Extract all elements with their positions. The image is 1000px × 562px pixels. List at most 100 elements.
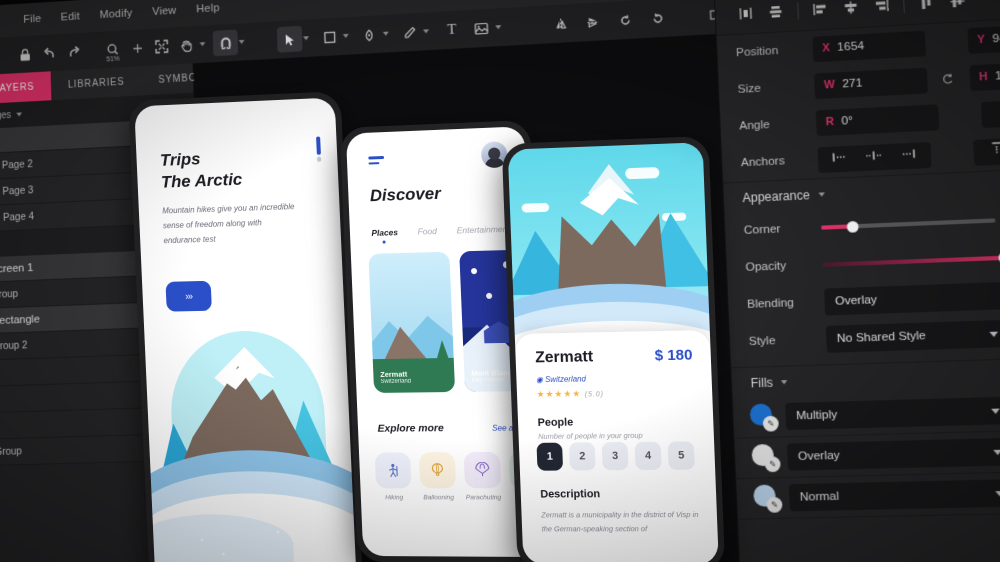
edit-fill-icon-0[interactable]: ✎	[762, 415, 779, 432]
position-x-field[interactable]: X 1654	[812, 30, 926, 62]
angle-key: R	[825, 115, 835, 129]
align-center-icon[interactable]	[837, 0, 866, 22]
fill-row-2[interactable]: ✎ Normal 45%	[736, 470, 1000, 520]
menu-item-edit[interactable]: Edit	[61, 11, 81, 24]
fill-mode-select-1[interactable]: Overlay	[786, 437, 1000, 471]
magnet-icon[interactable]	[212, 29, 239, 57]
phone-mockup-zermatt-detail[interactable]: Zermatt $ 180 ◉ Switzerland ★★★★★ (5.0) …	[501, 135, 726, 562]
place-card-zermatt[interactable]: Zermatt Switzerland	[368, 251, 456, 393]
lock-icon[interactable]	[13, 41, 38, 67]
bookmark-icon[interactable]	[316, 136, 321, 155]
people-option-4[interactable]: 4	[634, 441, 662, 471]
rotate-cw-icon[interactable]	[644, 4, 672, 32]
chevron-down-icon-appearance[interactable]	[818, 191, 825, 197]
fill-swatch-1[interactable]: ✎	[751, 443, 781, 473]
tab-entertainment[interactable]: Entertainment	[456, 224, 509, 236]
distribute-horizontal-icon[interactable]	[732, 0, 760, 27]
menu-item-file[interactable]: File	[23, 13, 41, 26]
image-icon[interactable]	[468, 15, 495, 42]
position-y-value: 943	[992, 31, 1000, 46]
position-y-field[interactable]: Y 943	[966, 21, 1000, 54]
flip-horizontal-icon[interactable]	[547, 10, 574, 38]
place-card-caption-montblanc: Mont Blanc Italy·France	[471, 368, 512, 384]
people-option-1[interactable]: 1	[536, 442, 564, 471]
place-name: Zermatt	[534, 348, 594, 367]
chevron-down-icon-4[interactable]	[342, 33, 349, 39]
anchor-center-icon[interactable]	[864, 147, 884, 166]
fit-icon[interactable]	[149, 33, 174, 60]
undo-icon[interactable]	[37, 40, 62, 66]
opacity-slider[interactable]	[822, 251, 1000, 267]
activity-parachuting[interactable]: Parachuting	[463, 451, 502, 501]
align-middle-icon[interactable]	[943, 0, 972, 16]
activity-ballooning[interactable]: Ballooning	[418, 452, 457, 501]
chevron-down-icon-fills[interactable]	[781, 379, 788, 384]
align-top-icon[interactable]	[912, 0, 941, 17]
edit-fill-icon-1[interactable]: ✎	[764, 456, 781, 473]
balloon-icon	[418, 452, 457, 489]
people-option-2[interactable]: 2	[568, 442, 596, 471]
flip-vertical-icon[interactable]	[579, 8, 606, 36]
text-icon[interactable]: T	[438, 16, 465, 43]
chevron-down-icon[interactable]	[199, 42, 206, 47]
distribute-vertical-icon[interactable]	[762, 0, 790, 26]
fill-mode-select-2[interactable]: Normal	[788, 479, 1000, 512]
phone1-title-line1: Trips	[159, 149, 201, 170]
phone1-title-line2: The Arctic	[160, 169, 243, 192]
anchors-label: Anchors	[740, 155, 786, 170]
size-h-field[interactable]: H 183	[968, 58, 1000, 91]
size-h-value: 183	[994, 69, 1000, 83]
hand-icon[interactable]	[174, 32, 199, 59]
pointer-icon[interactable]	[276, 25, 303, 53]
tab-libraries[interactable]: LIBRARIES	[51, 66, 142, 100]
rotate-ccw-icon[interactable]	[611, 6, 638, 34]
chevron-down-icon-3[interactable]	[303, 36, 310, 41]
bookmark-icon-secondary	[316, 156, 322, 162]
anchor-top-icon[interactable]	[990, 140, 1000, 162]
phone1-screen: Trips The Arctic Mountain hikes give you…	[134, 97, 358, 562]
size-w-field[interactable]: W 271	[813, 67, 928, 99]
redo-icon[interactable]	[61, 38, 86, 64]
zoom-icon[interactable]: 51%	[100, 36, 125, 63]
edit-fill-icon-2[interactable]: ✎	[766, 496, 783, 513]
phone-mockup-trips[interactable]: Trips The Arctic Mountain hikes give you…	[128, 91, 364, 562]
pen-icon[interactable]	[356, 21, 382, 48]
size-h-key: H	[978, 70, 988, 84]
anchor-right-icon[interactable]	[899, 146, 917, 165]
blending-label: Blending	[746, 296, 795, 312]
tab-layers[interactable]: LAYERS	[0, 71, 52, 105]
chevron-down-icon-6[interactable]	[423, 29, 430, 34]
fill-swatch-2[interactable]: ✎	[753, 484, 783, 513]
fill-swatch-0[interactable]: ✎	[749, 403, 779, 432]
add-icon[interactable]	[125, 35, 150, 62]
transform-button[interactable]: Transform	[980, 96, 1000, 128]
people-option-5[interactable]: 5	[667, 441, 695, 470]
layer-label-7: Group	[0, 445, 22, 458]
chevron-down-icon-2[interactable]	[238, 39, 245, 45]
chevron-down-icon-pages[interactable]	[16, 112, 23, 117]
fill-mode-select-0[interactable]: Multiply	[785, 396, 1000, 431]
lock-aspect-ratio-icon[interactable]	[935, 71, 961, 88]
anchor-left-icon[interactable]	[832, 149, 850, 168]
align-left-icon[interactable]	[806, 0, 834, 23]
people-option-3[interactable]: 3	[601, 441, 629, 471]
tab-food[interactable]: Food	[417, 226, 437, 237]
hamburger-menu-icon[interactable]	[368, 155, 385, 168]
people-count-selector: 1 2 3 4 5	[536, 441, 695, 471]
angle-spacer	[947, 115, 973, 116]
style-select[interactable]: No Shared Style	[825, 319, 1000, 353]
activity-hiking[interactable]: Hiking	[374, 452, 412, 501]
menu-item-view[interactable]: View	[152, 5, 176, 18]
chevron-down-icon-5[interactable]	[382, 31, 389, 36]
phone1-next-button[interactable]: ›››	[165, 280, 212, 312]
rectangle-icon[interactable]	[316, 23, 342, 50]
corner-slider[interactable]	[821, 218, 996, 233]
menu-item-modify[interactable]: Modify	[99, 8, 132, 22]
menu-item-help[interactable]: Help	[196, 2, 220, 15]
align-right-icon[interactable]	[867, 0, 896, 20]
chevron-down-icon-7[interactable]	[495, 25, 502, 30]
blending-select[interactable]: Overlay	[823, 278, 1000, 316]
angle-field[interactable]: R 0°	[815, 103, 939, 136]
pencil-icon[interactable]	[396, 19, 422, 46]
tab-places[interactable]: Places	[371, 227, 398, 238]
